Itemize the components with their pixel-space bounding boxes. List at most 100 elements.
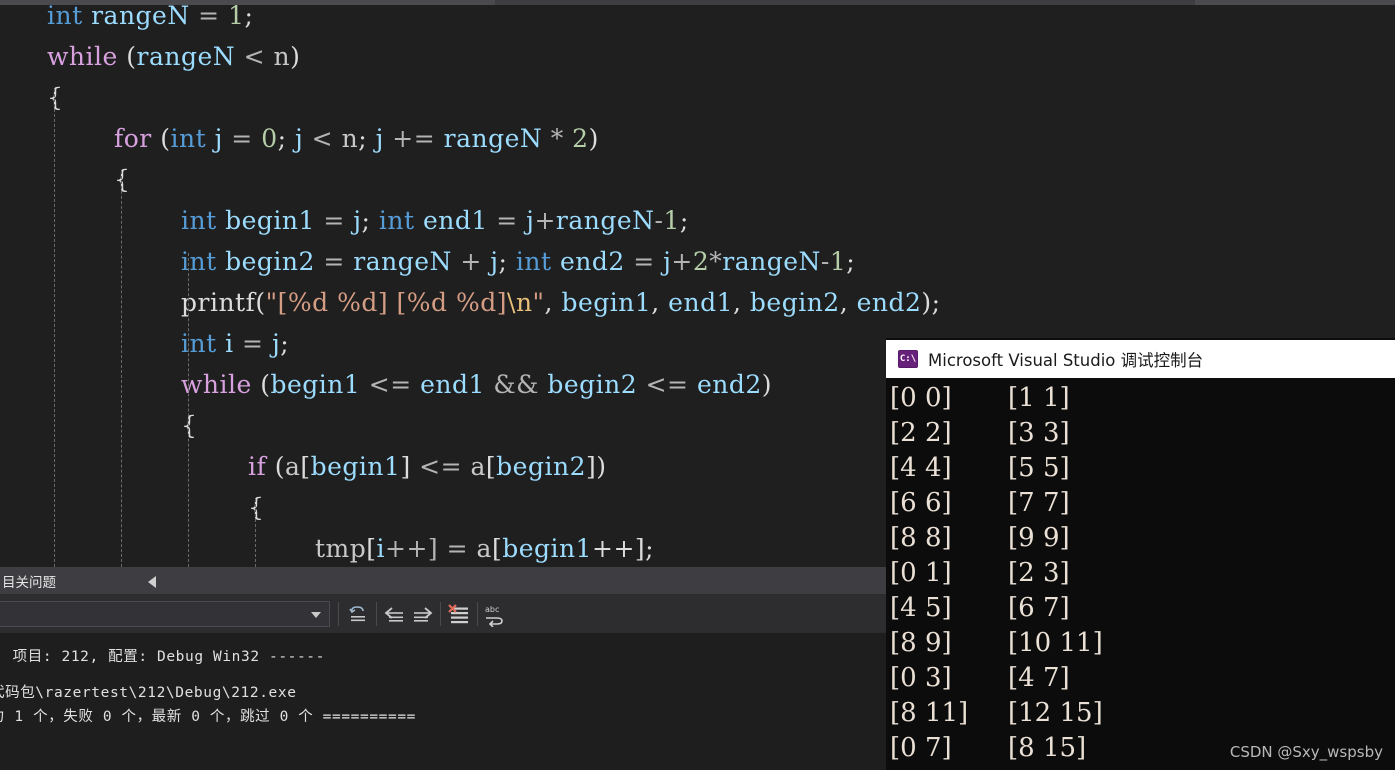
code-token: ,: [544, 288, 562, 317]
code-token: n: [273, 42, 291, 71]
code-token: {: [47, 83, 64, 112]
code-token: ;: [358, 124, 376, 153]
code-line[interactable]: {: [0, 487, 941, 528]
code-line[interactable]: {: [0, 77, 941, 118]
code-token: end1: [668, 288, 733, 317]
code-token: ;: [846, 247, 856, 276]
code-token: =: [314, 247, 354, 276]
code-token: (: [255, 288, 266, 317]
console-range-left: [4 5]: [890, 592, 952, 623]
code-line[interactable]: int begin2 = rangeN + j; int end2 = j+2*…: [0, 241, 941, 282]
code-line[interactable]: tmp[i++] = a[begin1++];: [0, 528, 941, 567]
code-token: (: [151, 124, 171, 153]
code-token: (: [251, 370, 271, 399]
chevron-down-icon[interactable]: [311, 612, 321, 618]
console-line: [6 6] [7 7]: [890, 485, 1395, 520]
navigate-forward-icon[interactable]: [410, 603, 436, 627]
code-token: begin1: [270, 370, 361, 399]
code-token: begin2: [547, 370, 638, 399]
console-line: [0 3] [4 7]: [890, 660, 1395, 695]
code-token: begin1: [225, 206, 315, 235]
code-token: =: [624, 247, 664, 276]
code-token: end2: [856, 288, 922, 317]
code-token: i: [376, 534, 386, 563]
code-token: -: [820, 247, 830, 276]
code-content[interactable]: int rangeN = 1; while (rangeN < n){for (i…: [0, 5, 941, 567]
code-line[interactable]: while (rangeN < n): [0, 36, 941, 77]
code-line[interactable]: while (begin1 <= end1 && begin2 <= end2): [0, 364, 941, 405]
code-token: ]): [585, 452, 607, 481]
code-token: j: [490, 247, 499, 276]
code-token: <=: [637, 370, 697, 399]
indent-guide: [255, 499, 256, 567]
code-token: <=: [360, 370, 421, 399]
word-wrap-icon[interactable]: abc: [483, 603, 509, 627]
console-range-left: [0 3]: [890, 662, 952, 693]
code-token: +: [451, 247, 491, 276]
panel-tab-bar[interactable]: 目关问题: [0, 567, 886, 594]
navigate-back-icon[interactable]: [382, 603, 408, 627]
code-token: j: [353, 206, 362, 235]
code-token: ): [761, 370, 773, 399]
toolbar-divider-4: [477, 602, 478, 626]
code-token: int: [170, 124, 207, 153]
console-output[interactable]: [0 0] [1 1] [2 2] [3 3] [4 4] [5 5] [6 6] [7 7]…: [886, 378, 1395, 770]
code-token: [: [485, 452, 497, 481]
toolbar-divider-3: [440, 602, 441, 626]
cmd-console-icon: C:\: [898, 350, 918, 368]
code-line[interactable]: int begin1 = j; int end1 = j+rangeN-1;: [0, 200, 941, 241]
code-token: =: [314, 206, 354, 235]
code-token: int: [181, 206, 217, 235]
code-token: while: [181, 370, 252, 399]
console-window[interactable]: C:\ Microsoft Visual Studio 调试控制台 [0 0][…: [886, 338, 1395, 770]
code-token: ++] =: [385, 534, 477, 563]
code-line[interactable]: printf("[%d %d] [%d %d]\n", begin1, end1…: [0, 282, 941, 323]
console-line: [8 11] [12 15]: [890, 695, 1395, 730]
console-line: [0 0] [1 1]: [890, 380, 1395, 415]
code-token: [: [366, 534, 377, 563]
console-range-right: [9 9]: [1008, 522, 1070, 553]
code-token: rangeN: [443, 124, 543, 153]
build-output-text[interactable]: 项目: 212, 配置: Debug Win32 ------ 代码包\razer…: [0, 633, 886, 770]
code-token: &&: [484, 370, 548, 399]
code-token: ;: [361, 206, 379, 235]
code-token: begin2: [225, 247, 315, 276]
code-token: (: [117, 42, 137, 71]
chevron-left-icon[interactable]: [148, 576, 156, 588]
code-token: begin1: [502, 534, 593, 563]
svg-text:abc: abc: [485, 605, 499, 614]
code-token: ;: [244, 5, 254, 30]
code-token: a: [476, 534, 492, 563]
code-token: if: [248, 452, 267, 481]
code-token: j: [294, 124, 304, 153]
console-line: [4 4] [5 5]: [890, 450, 1395, 485]
code-token: 1: [663, 206, 680, 235]
console-range-right: [1 1]: [1008, 382, 1070, 413]
code-line[interactable]: for (int j = 0; j < n; j += rangeN * 2): [0, 118, 941, 159]
code-token: a: [284, 452, 301, 481]
console-title-bar[interactable]: C:\ Microsoft Visual Studio 调试控制台: [886, 340, 1395, 378]
code-token: +=: [383, 124, 444, 153]
code-token: {: [114, 165, 131, 194]
code-token: [: [300, 452, 311, 481]
code-token: ;: [498, 247, 516, 276]
code-line[interactable]: int rangeN = 1;: [0, 5, 941, 36]
clear-all-icon[interactable]: [447, 603, 473, 627]
code-token: j: [375, 124, 384, 153]
code-token: rangeN: [555, 206, 655, 235]
console-range-right: [6 7]: [1008, 592, 1070, 623]
code-line[interactable]: int i = j;: [0, 323, 941, 364]
output-source-select[interactable]: [0, 601, 330, 627]
code-token: 0: [261, 124, 278, 153]
code-token: end1: [423, 206, 488, 235]
tab-related-issues[interactable]: 目关问题: [0, 571, 56, 591]
code-token: [: [491, 534, 503, 563]
code-line[interactable]: {: [0, 159, 941, 200]
code-token: ;: [679, 206, 689, 235]
console-range-left: [0 1]: [890, 557, 952, 588]
code-token: ;: [277, 124, 295, 153]
console-range-right: [8 15]: [1008, 732, 1087, 763]
code-line[interactable]: {: [0, 405, 941, 446]
code-line[interactable]: if (a[begin1] <= a[begin2]): [0, 446, 941, 487]
clear-output-icon[interactable]: [346, 603, 372, 627]
